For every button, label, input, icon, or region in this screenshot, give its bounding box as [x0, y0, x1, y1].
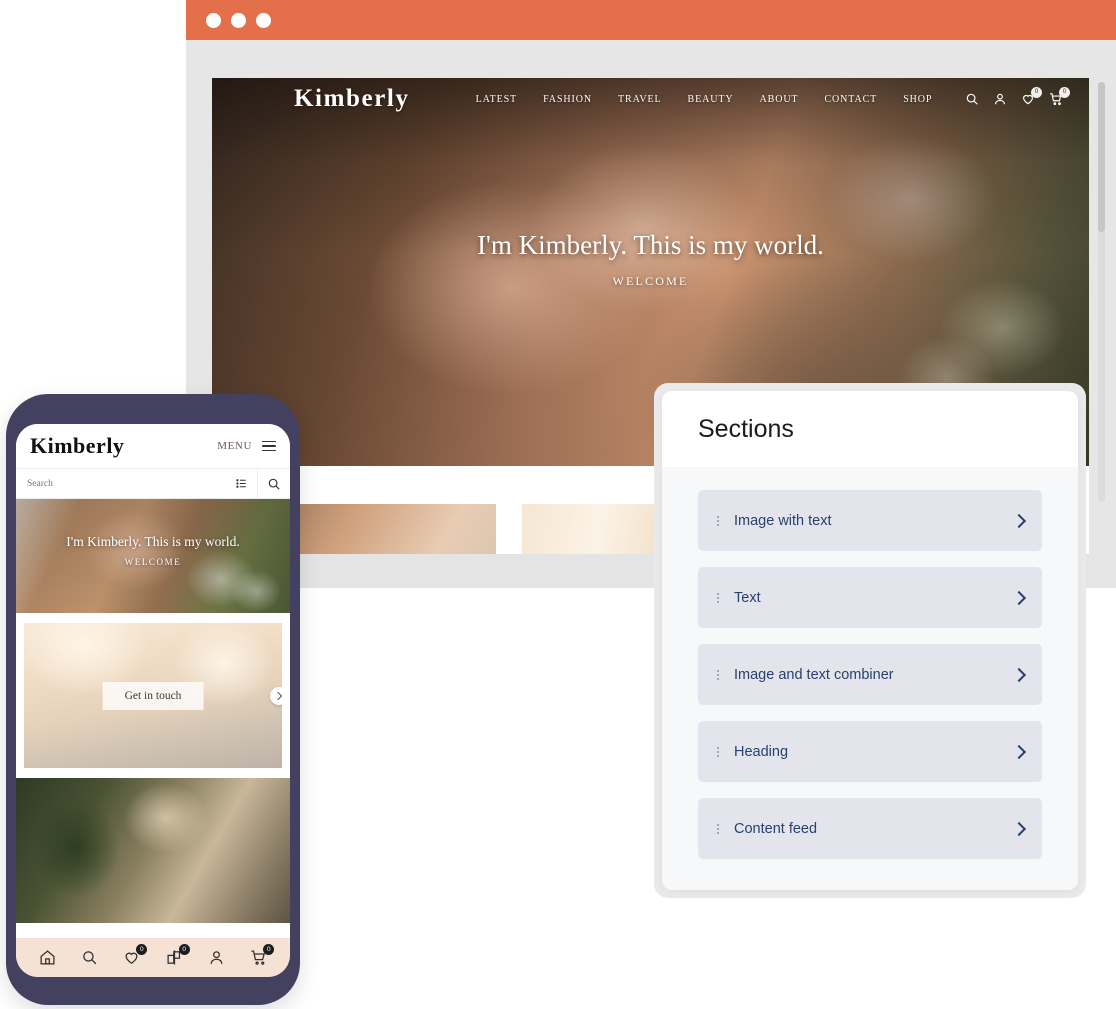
phone-content-photo: [16, 778, 290, 923]
section-item-label: Image and text combiner: [734, 666, 894, 683]
phone-hero-text-block: I'm Kimberly. This is my world. WELCOME: [16, 534, 290, 567]
drag-handle-icon[interactable]: [712, 823, 724, 834]
section-item-label: Heading: [734, 743, 789, 760]
chevron-right-icon[interactable]: [1011, 513, 1027, 528]
get-in-touch-button[interactable]: Get in touch: [102, 681, 204, 710]
section-item-label: Content feed: [734, 820, 818, 837]
section-item-image-with-text[interactable]: Image with text: [698, 490, 1042, 551]
drag-handle-icon[interactable]: [712, 515, 724, 526]
sections-panel-title: Sections: [698, 414, 794, 443]
phone-hero-section: I'm Kimberly. This is my world. WELCOME: [16, 499, 290, 613]
phone-carousel: Get in touch: [16, 613, 290, 778]
search-icon[interactable]: [965, 92, 979, 106]
filter-list-icon[interactable]: [225, 469, 257, 498]
cart-badge: 0: [263, 944, 275, 955]
sections-panel-header: Sections: [662, 391, 1078, 467]
search-icon[interactable]: [81, 949, 98, 966]
nav-item-about[interactable]: ABOUT: [760, 94, 799, 105]
sections-list: Image with text Text Image and text comb…: [662, 467, 1078, 859]
site-brand-logo[interactable]: Kimberly: [294, 85, 410, 113]
wishlist-badge: 0: [136, 944, 148, 955]
section-item-image-and-text-combiner[interactable]: Image and text combiner: [698, 644, 1042, 705]
wishlist-icon[interactable]: 0: [1021, 87, 1042, 106]
hero-subtitle: WELCOME: [612, 274, 689, 288]
chevron-right-icon[interactable]: [1011, 667, 1027, 682]
drag-handle-icon[interactable]: [712, 669, 724, 680]
nav-item-beauty[interactable]: BEAUTY: [688, 94, 734, 105]
nav-item-travel[interactable]: TRAVEL: [618, 94, 662, 105]
phone-menu-label: MENU: [217, 440, 252, 452]
cart-icon[interactable]: 0: [1049, 87, 1070, 106]
account-icon[interactable]: [208, 949, 225, 966]
account-icon[interactable]: [993, 92, 1007, 106]
drag-handle-icon[interactable]: [712, 592, 724, 603]
chevron-right-icon[interactable]: [1011, 590, 1027, 605]
cart-badge: 0: [1059, 87, 1070, 98]
chevron-right-icon: [273, 691, 282, 700]
section-item-label: Image with text: [734, 512, 832, 529]
nav-item-latest[interactable]: LATEST: [476, 94, 518, 105]
section-item-heading[interactable]: Heading: [698, 721, 1042, 782]
site-header-icons: 0 0: [965, 87, 1070, 106]
section-item-content-feed[interactable]: Content feed: [698, 798, 1042, 859]
section-item-label: Text: [734, 589, 761, 606]
chevron-right-icon[interactable]: [1011, 744, 1027, 759]
browser-titlebar: [186, 0, 1116, 40]
phone-carousel-slide: Get in touch: [24, 623, 282, 768]
compare-icon[interactable]: 0: [166, 944, 190, 966]
hero-text-block: I'm Kimberly. This is my world. WELCOME: [212, 230, 1089, 289]
window-minimize-button[interactable]: [231, 12, 246, 28]
phone-screen: Kimberly MENU I'm Kimberly. This is my w…: [16, 424, 290, 977]
browser-scrollbar[interactable]: [1098, 82, 1105, 502]
phone-brand-logo[interactable]: Kimberly: [30, 433, 124, 459]
search-input[interactable]: [16, 477, 225, 490]
compare-badge: 0: [178, 944, 190, 955]
chevron-right-icon[interactable]: [1011, 821, 1027, 836]
nav-item-fashion[interactable]: FASHION: [543, 94, 592, 105]
hamburger-icon[interactable]: [262, 440, 276, 452]
site-main-nav: LATEST FASHION TRAVEL BEAUTY ABOUT CONTA…: [476, 94, 933, 105]
phone-mockup: Kimberly MENU I'm Kimberly. This is my w…: [6, 394, 300, 1005]
carousel-next-button[interactable]: [270, 686, 282, 705]
phone-bottom-nav: 0 0 0: [16, 938, 290, 977]
cart-icon[interactable]: 0: [250, 944, 275, 966]
search-submit-icon[interactable]: [257, 469, 290, 498]
phone-site-header: Kimberly MENU: [16, 424, 290, 468]
wishlist-badge: 0: [1031, 87, 1042, 98]
nav-item-shop[interactable]: SHOP: [903, 94, 932, 105]
scrollbar-thumb[interactable]: [1098, 82, 1105, 232]
wishlist-icon[interactable]: 0: [123, 944, 148, 966]
phone-menu-button[interactable]: MENU: [217, 440, 276, 452]
window-close-button[interactable]: [206, 12, 221, 28]
site-header: Kimberly LATEST FASHION TRAVEL BEAUTY AB…: [212, 78, 1089, 120]
phone-hero-title: I'm Kimberly. This is my world.: [66, 534, 240, 549]
phone-notch: [101, 394, 205, 420]
drag-handle-icon[interactable]: [712, 746, 724, 757]
phone-search-bar: [16, 468, 290, 499]
phone-hero-subtitle: WELCOME: [124, 557, 182, 567]
hero-title: I'm Kimberly. This is my world.: [477, 230, 824, 260]
section-item-text[interactable]: Text: [698, 567, 1042, 628]
home-icon[interactable]: [39, 949, 56, 966]
sections-panel: Sections Image with text Text Image and …: [662, 391, 1078, 890]
nav-item-contact[interactable]: CONTACT: [824, 94, 877, 105]
window-maximize-button[interactable]: [256, 12, 271, 28]
